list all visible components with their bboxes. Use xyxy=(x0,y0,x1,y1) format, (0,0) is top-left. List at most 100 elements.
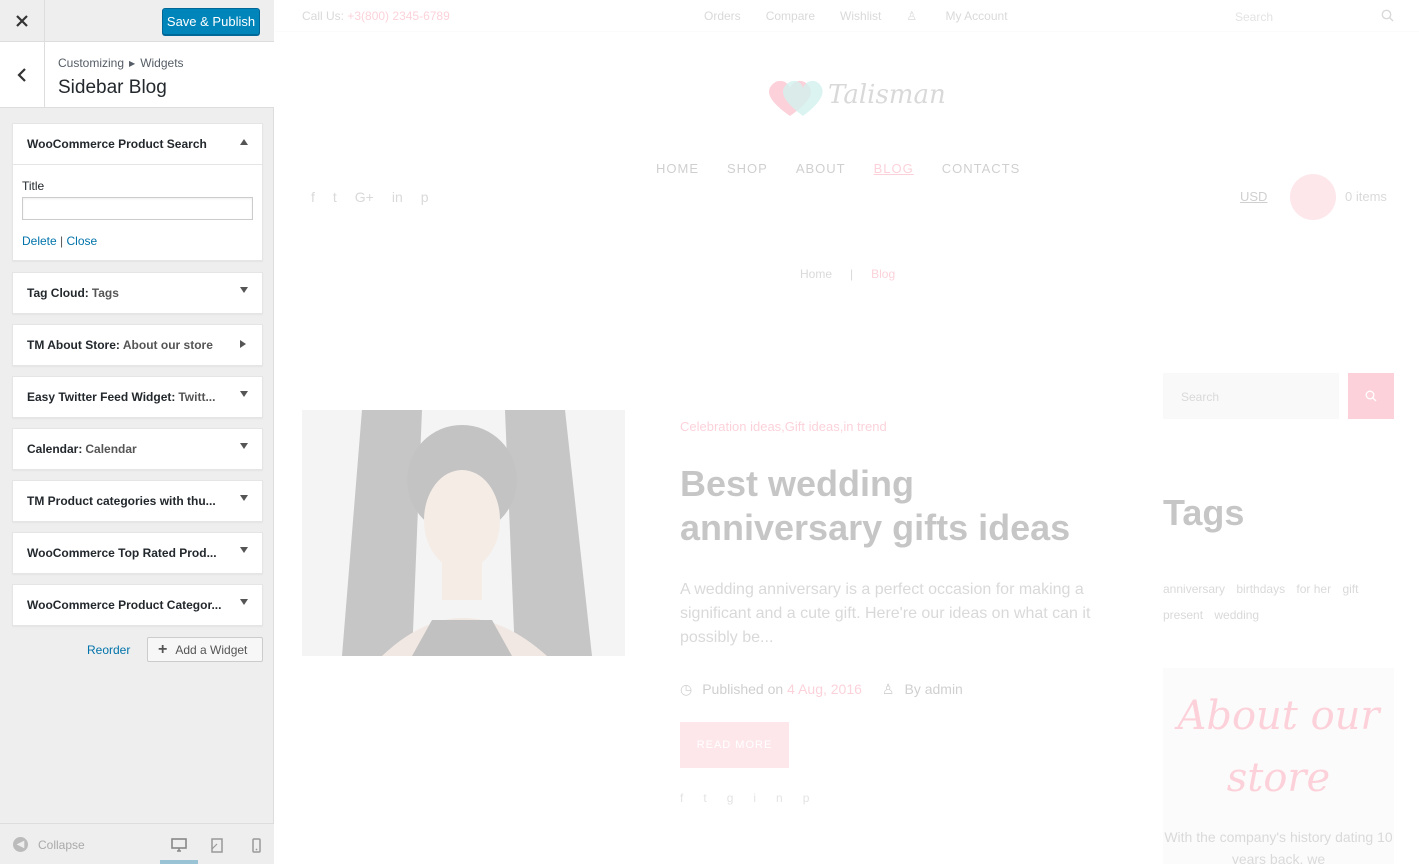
widget-tm-about-store[interactable]: TM About Store: About our store xyxy=(12,324,263,366)
orders-link[interactable]: Orders xyxy=(704,9,741,23)
widget-header[interactable]: Calendar: Calendar xyxy=(13,429,262,469)
phone-number[interactable]: +3(800) 2345-6789 xyxy=(347,9,449,23)
search-icon[interactable] xyxy=(1381,9,1394,22)
wishlist-link[interactable]: Wishlist xyxy=(840,9,881,23)
widget-header[interactable]: WooCommerce Product Categor... xyxy=(13,585,262,625)
nav-contacts[interactable]: CONTACTS xyxy=(942,161,1021,176)
close-customizer-button[interactable] xyxy=(0,0,45,42)
widget-actions: Delete | Close xyxy=(22,234,253,248)
post-author[interactable]: By admin xyxy=(904,681,962,698)
widget-tm-product-categories[interactable]: TM Product categories with thu... xyxy=(12,480,263,522)
tag-link[interactable]: wedding xyxy=(1214,608,1259,622)
linkedin-icon[interactable]: in xyxy=(392,189,403,205)
social-links: f t G+ in p xyxy=(311,189,447,205)
reorder-link[interactable]: Reorder xyxy=(87,643,130,657)
tag-link[interactable]: gift xyxy=(1342,582,1358,596)
tag-link[interactable]: present xyxy=(1163,608,1203,622)
logo-text[interactable]: Talisman xyxy=(828,80,946,110)
post-date[interactable]: 4 Aug, 2016 xyxy=(787,681,862,698)
nav-shop[interactable]: SHOP xyxy=(727,161,768,176)
share-linkedin-icon[interactable]: in xyxy=(753,791,802,805)
about-store-text: With the company's history dating 10 yea… xyxy=(1164,829,1393,864)
tablet-icon xyxy=(211,837,223,853)
tag-link[interactable]: anniversary xyxy=(1163,582,1225,596)
widget-name: TM Product categories with thu... xyxy=(27,494,216,508)
collapse-button[interactable]: ◀ Collapse xyxy=(13,837,85,852)
post-title[interactable]: Best wedding anniversary gifts ideas xyxy=(680,462,1120,550)
widget-woocommerce-product-categories[interactable]: WooCommerce Product Categor... xyxy=(12,584,263,626)
customizer-header: Save & Publish xyxy=(0,0,274,42)
widget-header[interactable]: TM About Store: About our store xyxy=(13,325,262,365)
chevron-down-icon[interactable] xyxy=(240,287,248,293)
widget-name: Tag Cloud: xyxy=(27,286,89,300)
top-search-input[interactable]: Search xyxy=(1235,10,1273,24)
share-pinterest-icon[interactable]: p xyxy=(803,791,830,805)
breadcrumb-item: Widgets xyxy=(140,56,184,70)
widget-header[interactable]: TM Product categories with thu... xyxy=(13,481,262,521)
account-link[interactable]: ♙ My Account xyxy=(906,9,1032,23)
breadcrumb-home[interactable]: Home xyxy=(800,267,832,281)
delete-link[interactable]: Delete xyxy=(22,234,57,248)
widget-form: Title Delete | Close xyxy=(13,164,262,260)
widget-header[interactable]: Easy Twitter Feed Widget: Twitt... xyxy=(13,377,262,417)
user-icon: ♙ xyxy=(881,681,895,697)
top-links: Orders Compare Wishlist ♙ My Account xyxy=(704,9,1058,23)
nav-about[interactable]: ABOUT xyxy=(796,161,846,176)
nav-home[interactable]: HOME xyxy=(656,161,699,176)
widget-header[interactable]: Tag Cloud: Tags xyxy=(13,273,262,313)
cart-button[interactable] xyxy=(1290,174,1336,220)
site-preview: Call Us: +3(800) 2345-6789 Orders Compar… xyxy=(275,0,1419,864)
widget-calendar[interactable]: Calendar: Calendar xyxy=(12,428,263,470)
widget-header[interactable]: WooCommerce Top Rated Prod... xyxy=(13,533,262,573)
chevron-down-icon[interactable] xyxy=(240,391,248,397)
active-device-indicator xyxy=(160,860,198,864)
tag-link[interactable]: birthdays xyxy=(1236,582,1285,596)
share-facebook-icon[interactable]: f xyxy=(680,791,703,805)
cart-count[interactable]: 0 items xyxy=(1345,189,1387,204)
desktop-preview-button[interactable] xyxy=(169,836,189,854)
collapse-label: Collapse xyxy=(38,837,85,852)
post-categories[interactable]: Celebration ideas,Gift ideas,in trend xyxy=(680,419,887,434)
title-input[interactable] xyxy=(22,197,253,220)
currency-select[interactable]: USD xyxy=(1240,189,1267,204)
tag-cloud: anniversary birthdays for her gift prese… xyxy=(1163,576,1393,628)
twitter-icon[interactable]: t xyxy=(333,189,337,205)
chevron-right-icon[interactable] xyxy=(240,340,246,348)
google-plus-icon[interactable]: G+ xyxy=(355,189,374,205)
sidebar-search-input[interactable]: Search xyxy=(1163,373,1339,419)
chevron-down-icon[interactable] xyxy=(240,599,248,605)
breadcrumb-separator-icon: ▶ xyxy=(129,59,136,68)
share-google-icon[interactable]: g xyxy=(727,791,754,805)
add-widget-button[interactable]: + Add a Widget xyxy=(147,637,263,662)
widget-header[interactable]: WooCommerce Product Search xyxy=(13,124,262,164)
collapse-arrow-icon: ◀ xyxy=(13,837,28,852)
pinterest-icon[interactable]: p xyxy=(421,189,429,205)
tag-link[interactable]: for her xyxy=(1296,582,1331,596)
widget-easy-twitter-feed[interactable]: Easy Twitter Feed Widget: Twitt... xyxy=(12,376,263,418)
close-icon xyxy=(16,15,28,27)
post-featured-image[interactable] xyxy=(302,410,625,656)
title-label: Title xyxy=(22,179,45,193)
chevron-down-icon[interactable] xyxy=(240,547,248,553)
save-publish-button[interactable]: Save & Publish xyxy=(162,8,260,35)
close-link[interactable]: Close xyxy=(67,234,98,248)
tablet-preview-button[interactable] xyxy=(207,836,227,854)
woman-portrait-image xyxy=(302,410,625,656)
chevron-up-icon[interactable] xyxy=(240,139,248,145)
widget-subtitle: About our store xyxy=(122,338,213,352)
chevron-down-icon[interactable] xyxy=(240,443,248,449)
read-more-button[interactable]: READ MORE xyxy=(680,722,789,768)
compare-link[interactable]: Compare xyxy=(766,9,815,23)
widget-woocommerce-top-rated[interactable]: WooCommerce Top Rated Prod... xyxy=(12,532,263,574)
nav-blog[interactable]: BLOG xyxy=(874,161,914,176)
call-label: Call Us: xyxy=(302,9,345,23)
mobile-preview-button[interactable] xyxy=(246,836,266,854)
chevron-down-icon[interactable] xyxy=(240,495,248,501)
call-us: Call Us: +3(800) 2345-6789 xyxy=(302,9,450,23)
widget-tag-cloud[interactable]: Tag Cloud: Tags xyxy=(12,272,263,314)
facebook-icon[interactable]: f xyxy=(311,189,315,205)
share-twitter-icon[interactable]: t xyxy=(703,791,726,805)
back-button[interactable] xyxy=(0,42,45,108)
widget-subtitle: Twitt... xyxy=(178,390,216,404)
sidebar-search-button[interactable] xyxy=(1348,373,1394,419)
